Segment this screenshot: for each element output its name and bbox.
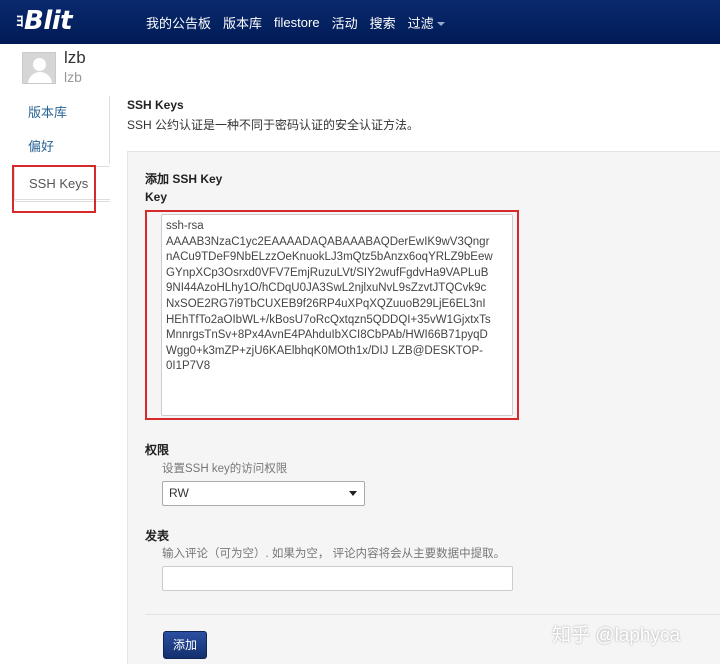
key-label: Key	[145, 190, 168, 204]
brand-logo[interactable]: ﾖBlit	[16, 6, 73, 36]
comment-input[interactable]	[162, 566, 513, 591]
nav-menu: 我的公告板 版本库 filestore 活动 搜索 过滤	[140, 0, 451, 44]
comment-label: 发表	[145, 529, 170, 543]
brand-prefix: ﾖ	[16, 12, 24, 30]
highlight-box-ssh-keys	[12, 165, 96, 213]
caret-down-icon	[436, 21, 445, 26]
permission-label: 权限	[145, 443, 170, 457]
permission-help-text: 设置SSH key的访问权限	[162, 463, 288, 475]
permission-select[interactable]: RW	[162, 481, 365, 506]
form-divider	[145, 614, 720, 615]
avatar-head-shape	[33, 58, 46, 71]
avatar	[22, 52, 56, 84]
brand-name: Blit	[24, 6, 73, 36]
highlight-box-key	[145, 210, 519, 420]
avatar-body-shape	[28, 72, 52, 83]
page-description: SSH 公约认证是一种不同于密码认证的安全认证方法。	[127, 118, 420, 132]
top-navbar: ﾖBlit 我的公告板 版本库 filestore 活动 搜索 过滤	[0, 0, 720, 44]
watermark: 知乎 @laphyca	[552, 625, 681, 646]
nav-item-dashboard[interactable]: 我的公告板	[146, 13, 211, 32]
nav-item-search[interactable]: 搜索	[370, 13, 396, 32]
comment-help-text: 输入评论（可为空）. 如果为空， 评论内容将会从主要数据中提取。	[162, 548, 506, 560]
sidebar-item-preferences[interactable]: 偏好	[14, 130, 110, 164]
dropdown-arrow-icon	[349, 491, 357, 496]
add-button[interactable]: 添加	[163, 631, 207, 659]
permission-select-value: RW	[169, 486, 189, 500]
nav-item-repositories[interactable]: 版本库	[223, 13, 262, 32]
nav-item-filter-label: 过滤	[407, 15, 434, 31]
form-title: 添加 SSH Key	[145, 172, 223, 186]
page-title: SSH Keys	[127, 98, 184, 112]
sidebar-item-repositories[interactable]: 版本库	[14, 96, 110, 130]
nav-item-filter[interactable]: 过滤	[408, 13, 445, 32]
display-name: lzb	[64, 69, 82, 85]
username: lzb	[64, 48, 86, 67]
nav-item-filestore[interactable]: filestore	[274, 15, 320, 30]
nav-item-activity[interactable]: 活动	[332, 13, 358, 32]
